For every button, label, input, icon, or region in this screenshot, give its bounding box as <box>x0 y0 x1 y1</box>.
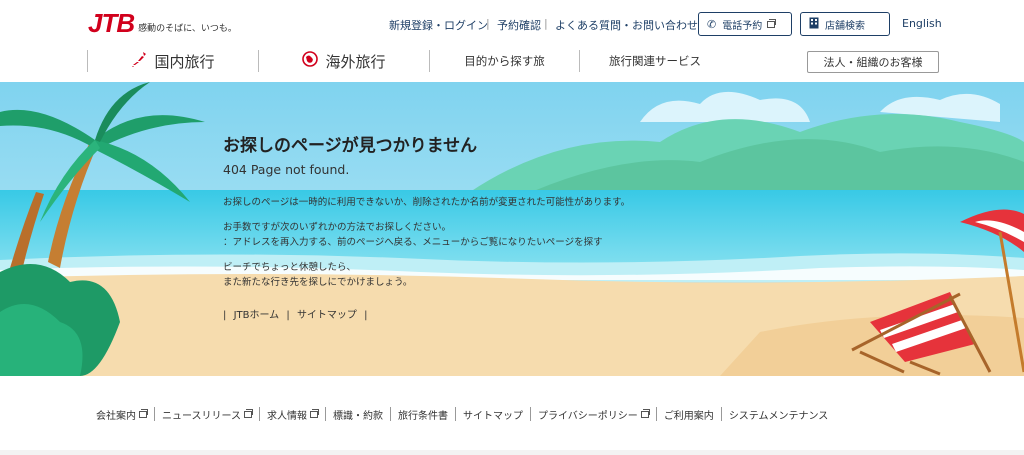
separator: | <box>486 17 490 30</box>
nav-services-label: 旅行関連サービス <box>609 54 701 68</box>
site-header: JTB 感動のそばに、いつも。 新規登録・ログイン | 予約確認 | よくある質… <box>0 0 1024 82</box>
nav-overseas-travel[interactable]: 海外旅行 <box>259 48 429 74</box>
external-link-icon <box>310 408 319 418</box>
footer-link-guide[interactable]: ご利用案内 <box>655 407 721 422</box>
page: JTB 感動のそばに、いつも。 新規登録・ログイン | 予約確認 | よくある質… <box>0 0 1024 455</box>
footer-links: 会社案内 ニュースリリース 求人情報 標識・約款 旅行条件書 サイトマップ プラ… <box>96 407 836 422</box>
footer-link-label: システムメンテナンス <box>728 410 829 422</box>
footer-link-maintenance[interactable]: システムメンテナンス <box>720 407 836 422</box>
nav-purpose-travel[interactable]: 目的から探す旅 <box>430 48 579 74</box>
footer-link-label: 求人情報 <box>267 410 307 422</box>
jtb-logo[interactable]: JTB 感動のそばに、いつも。 <box>88 10 237 36</box>
nav-purpose-label: 目的から探す旅 <box>464 54 545 68</box>
phone-reservation-label: 電話予約 <box>722 20 763 32</box>
nav-domestic-label: 国内旅行 <box>154 52 215 71</box>
external-link-icon <box>139 408 148 418</box>
hero-links: | JTBホーム | サイトマップ | <box>223 306 372 321</box>
footer-link-careers[interactable]: 求人情報 <box>259 407 325 422</box>
building-icon <box>809 17 819 32</box>
footer-link-label: 会社案内 <box>96 410 136 422</box>
phone-icon: ✆ <box>707 17 717 31</box>
sitemap-link[interactable]: サイトマップ <box>297 310 357 321</box>
error-message: お探しのページが見つかりません 404 Page not found. お探しの… <box>223 136 783 290</box>
footer-link-label: プライバシーポリシー <box>538 410 638 422</box>
footer-link-terms[interactable]: 標識・約款 <box>325 407 390 422</box>
separator: | <box>544 17 548 30</box>
corporate-button[interactable]: 法人・組織のお客様 <box>807 51 939 73</box>
instruction-line-1: お手数ですが次のいずれかの方法でお探しください。 <box>223 222 452 233</box>
separator: | <box>223 310 227 321</box>
bottom-divider <box>0 450 1024 455</box>
external-link-icon <box>244 408 253 418</box>
jtb-home-link[interactable]: JTBホーム <box>234 310 280 321</box>
external-link-icon <box>640 408 650 418</box>
logo-mark: JTB <box>88 8 135 38</box>
reservation-check-link[interactable]: 予約確認 <box>497 17 541 33</box>
beach-message-line-1: ビーチでちょっと休憩したら、 <box>223 262 357 273</box>
beach-message-line-2: また新たな行き先を探しにでかけましょう。 <box>223 277 413 288</box>
footer-link-label: サイトマップ <box>463 410 523 422</box>
instruction-line-2: ：アドレスを再入力する、前のページへ戻る、メニューからご覧になりたいページを探す <box>223 237 603 248</box>
footer-link-label: ニュースリリース <box>162 410 241 422</box>
footer-link-label: ご利用案内 <box>663 410 714 422</box>
faq-contact-link[interactable]: よくある質問・お問い合わせ <box>555 17 698 33</box>
logo-tagline: 感動のそばに、いつも。 <box>138 24 237 34</box>
footer-link-company[interactable]: 会社案内 <box>96 407 154 422</box>
error-description: お探しのページは一時的に利用できないか、削除されたか名前が変更された可能性があり… <box>223 197 631 208</box>
globe-icon <box>302 51 319 71</box>
nav-domestic-travel[interactable]: 国内旅行 <box>88 48 258 74</box>
phone-reservation-button[interactable]: ✆ 電話予約 <box>698 12 792 36</box>
footer-link-news[interactable]: ニュースリリース <box>154 407 259 422</box>
error-code: 404 Page not found. <box>223 162 350 177</box>
nav-overseas-label: 海外旅行 <box>325 52 386 71</box>
register-login-link[interactable]: 新規登録・ログイン <box>389 17 488 33</box>
footer-link-conditions[interactable]: 旅行条件書 <box>390 407 455 422</box>
separator: | <box>364 310 368 321</box>
page-title: お探しのページが見つかりません <box>223 136 478 156</box>
separator: | <box>286 310 290 321</box>
english-link[interactable]: English <box>902 17 942 30</box>
external-link-icon <box>767 18 777 28</box>
nav-travel-services[interactable]: 旅行関連サービス <box>580 48 730 74</box>
japan-map-icon <box>131 51 147 71</box>
store-search-label: 店舗検索 <box>825 20 865 32</box>
footer-link-privacy[interactable]: プライバシーポリシー <box>530 407 656 422</box>
store-search-button[interactable]: 店舗検索 <box>800 12 890 36</box>
footer-link-label: 標識・約款 <box>333 410 383 422</box>
footer-link-label: 旅行条件書 <box>398 410 448 422</box>
footer-link-sitemap[interactable]: サイトマップ <box>455 407 530 422</box>
